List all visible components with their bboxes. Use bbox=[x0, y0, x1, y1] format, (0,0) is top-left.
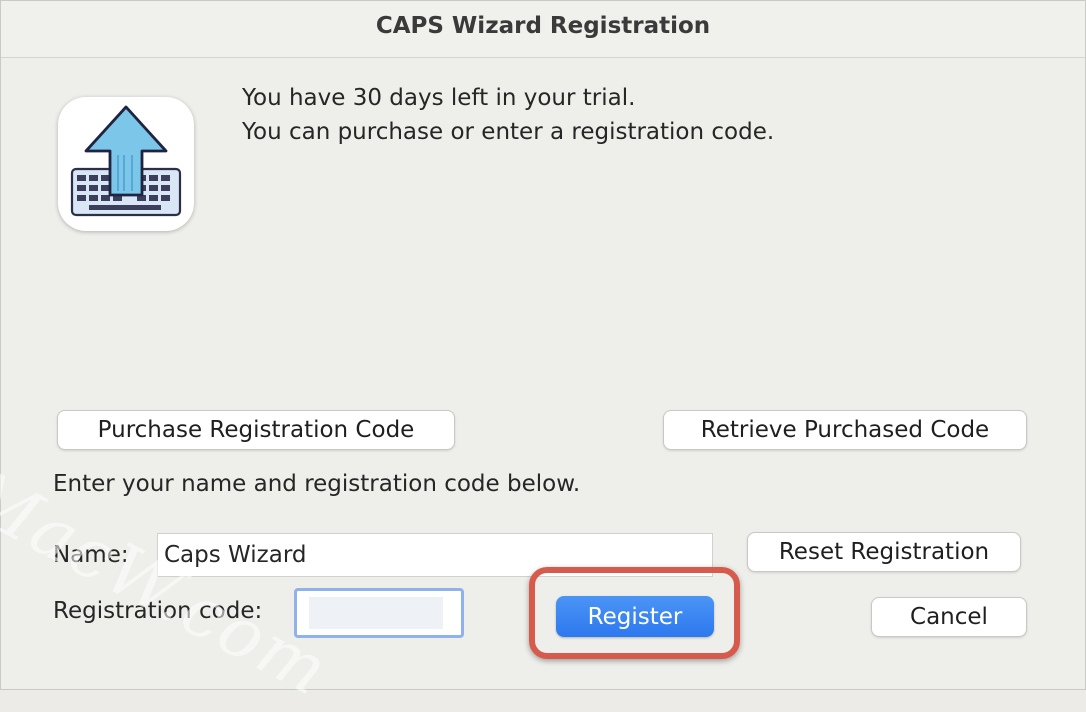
cancel-button[interactable]: Cancel bbox=[871, 597, 1027, 637]
retrieve-code-button[interactable]: Retrieve Purchased Code bbox=[663, 410, 1027, 450]
window-title: CAPS Wizard Registration bbox=[375, 13, 711, 39]
purchase-code-button[interactable]: Purchase Registration Code bbox=[57, 410, 455, 450]
trial-message-line1: You have 30 days left in your trial. bbox=[242, 85, 636, 111]
instruction-text: Enter your name and registration code be… bbox=[53, 471, 581, 497]
trial-message-line2: You can purchase or enter a registration… bbox=[242, 119, 775, 145]
register-highlight-annotation bbox=[529, 567, 740, 659]
redacted-code-value bbox=[309, 597, 443, 629]
title-bar: CAPS Wizard Registration bbox=[1, 1, 1085, 58]
registration-window: CAPS Wizard Registration You have 30 day… bbox=[0, 0, 1086, 712]
caps-wizard-app-icon bbox=[58, 97, 194, 231]
reset-registration-button[interactable]: Reset Registration bbox=[747, 532, 1021, 572]
